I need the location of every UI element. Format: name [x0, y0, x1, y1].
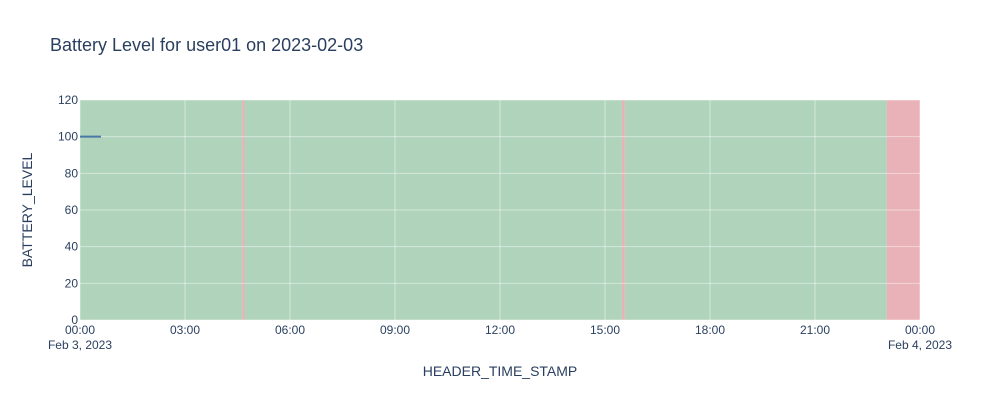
x-tick-label-6: 18:00 [695, 323, 725, 337]
x-tick-label-7: 21:00 [800, 323, 830, 337]
x-tick-date-label-0: Feb 3, 2023 [48, 338, 112, 352]
x-tick-label-4: 12:00 [485, 323, 515, 337]
y-tick-label-0: 0 [71, 313, 78, 327]
x-tick-label-2: 06:00 [275, 323, 305, 337]
x-tick-date-label-8: Feb 4, 2023 [888, 338, 952, 352]
chart-root: Battery Level for user01 on 2023-02-03 0… [0, 0, 1000, 400]
x-tick-label-1: 03:00 [170, 323, 200, 337]
y-tick-label-2: 40 [65, 240, 79, 254]
y-tick-label-5: 100 [58, 130, 78, 144]
y-tick-label-6: 120 [58, 93, 78, 107]
x-tick-label-5: 15:00 [590, 323, 620, 337]
x-tick-label-8: 00:00 [905, 323, 935, 337]
x-tick-label-0: 00:00 [65, 323, 95, 337]
y-tick-label-1: 20 [65, 276, 79, 290]
y-axis-title: BATTERY_LEVEL [19, 152, 35, 267]
y-tick-label-4: 80 [65, 166, 79, 180]
x-axis-title: HEADER_TIME_STAMP [423, 363, 578, 379]
y-tick-label-3: 60 [65, 203, 79, 217]
x-tick-label-3: 09:00 [380, 323, 410, 337]
plot-area[interactable]: 00:00Feb 3, 202303:00 06:00 09:00 12:00 15:0… [48, 93, 952, 352]
battery-level-chart: Battery Level for user01 on 2023-02-03 0… [19, 35, 952, 379]
chart-title: Battery Level for user01 on 2023-02-03 [50, 35, 363, 55]
